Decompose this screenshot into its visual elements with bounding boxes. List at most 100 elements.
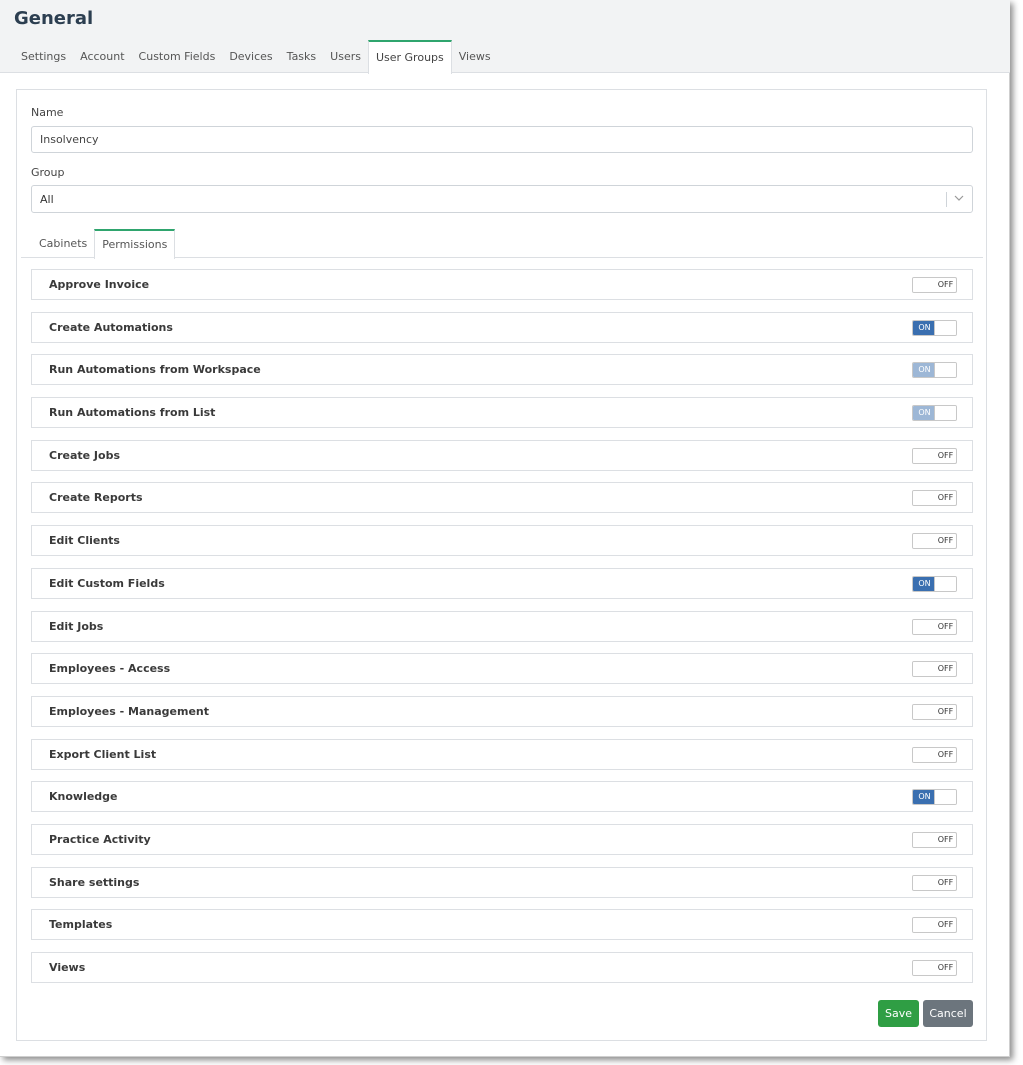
toggle-handle — [913, 448, 935, 463]
toggle-state-label: OFF — [934, 704, 956, 719]
permission-label: Employees - Management — [49, 704, 210, 718]
user-group-form: Name Group All CabinetsPermissions Appro… — [16, 89, 987, 1041]
toggle-state-label: OFF — [934, 961, 956, 975]
permission-toggle[interactable]: ON — [912, 789, 957, 806]
app-window: General Settings Account Custom Fields Devi… — [0, 0, 1010, 1057]
permission-row: Knowledge ON — [31, 781, 973, 813]
permission-row: Employees - Access OFF — [31, 653, 973, 685]
permission-row: Edit Custom Fields ON — [31, 567, 973, 599]
permission-toggle[interactable]: ON — [912, 405, 957, 422]
toggle-state-label: OFF — [934, 619, 956, 634]
chevron-down-icon[interactable] — [952, 191, 966, 205]
tab-cabinets[interactable]: Cabinets — [32, 229, 94, 258]
name-input[interactable] — [31, 126, 973, 153]
permission-row: Employees - Management OFF — [31, 695, 973, 727]
permission-label: Edit Custom Fields — [49, 576, 165, 590]
permission-label: Views — [49, 961, 86, 974]
tab-account[interactable]: Account — [73, 40, 131, 73]
toggle-state-label: OFF — [934, 448, 956, 463]
page-header: General Settings Account Custom Fields Devi… — [0, 0, 1010, 74]
permission-label: Templates — [49, 918, 113, 932]
permission-toggle[interactable]: OFF — [912, 703, 957, 720]
page-title: General — [14, 8, 94, 29]
toggle-state-label: OFF — [934, 491, 956, 506]
permission-row: Edit Clients OFF — [31, 525, 973, 557]
toggle-state-label: ON — [913, 790, 936, 805]
permission-label: Approve Invoice — [49, 278, 150, 291]
toggle-handle — [913, 491, 935, 506]
permission-row: Share settings OFF — [31, 866, 973, 898]
permissions-list: Approve Invoice OFF Create Automations ON Ru… — [31, 269, 973, 995]
permission-label: Knowledge — [49, 790, 118, 804]
group-select-value: All — [40, 193, 54, 206]
tab-permissions[interactable]: Permissions — [94, 229, 176, 259]
permission-row: Export Client List OFF — [31, 738, 973, 770]
permission-toggle[interactable]: OFF — [912, 917, 957, 934]
permission-row: Views OFF — [31, 952, 973, 983]
permission-toggle[interactable]: OFF — [912, 277, 957, 293]
permission-toggle[interactable]: OFF — [912, 960, 957, 976]
toggle-state-label: OFF — [934, 747, 956, 762]
permission-toggle[interactable]: ON — [912, 362, 957, 379]
top-tab-bar: Settings Account Custom Fields Devices Tasks… — [14, 40, 498, 74]
toggle-handle — [934, 576, 956, 591]
permission-toggle[interactable]: OFF — [912, 490, 957, 507]
tab-settings[interactable]: Settings — [14, 40, 73, 73]
toggle-handle — [913, 747, 935, 762]
toggle-handle — [913, 534, 935, 549]
toggle-state-label: OFF — [934, 534, 956, 549]
permission-row: Edit Jobs OFF — [31, 610, 973, 642]
toggle-handle — [913, 704, 935, 719]
permission-toggle[interactable]: ON — [912, 575, 957, 592]
permission-label: Share settings — [49, 875, 140, 889]
toggle-handle — [934, 320, 956, 335]
toggle-handle — [913, 918, 935, 933]
permission-label: Create Reports — [49, 491, 143, 505]
toggle-handle — [934, 363, 956, 378]
permission-toggle[interactable]: OFF — [912, 661, 957, 678]
permission-row: Approve Invoice OFF — [31, 269, 973, 300]
select-divider — [946, 192, 947, 207]
toggle-state-label: ON — [913, 576, 936, 591]
permission-toggle[interactable]: OFF — [912, 533, 957, 550]
toggle-state-label: OFF — [934, 278, 956, 292]
toggle-state-label: ON — [913, 320, 936, 335]
toggle-state-label: OFF — [934, 832, 956, 847]
permission-label: Employees - Access — [49, 662, 171, 676]
group-select[interactable]: All — [31, 185, 973, 213]
permission-row: Create Jobs OFF — [31, 439, 973, 471]
toggle-handle — [913, 278, 935, 292]
group-label: Group — [31, 166, 65, 179]
toggle-handle — [913, 619, 935, 634]
permission-label: Export Client List — [49, 747, 157, 761]
tab-views[interactable]: Views — [452, 40, 498, 73]
toggle-state-label: OFF — [934, 662, 956, 677]
tab-users[interactable]: Users — [323, 40, 368, 73]
permission-label: Edit Jobs — [49, 619, 104, 633]
toggle-state-label: ON — [913, 363, 936, 378]
tab-tasks[interactable]: Tasks — [280, 40, 323, 73]
cancel-button[interactable]: Cancel — [923, 1000, 973, 1027]
permission-row: Practice Activity OFF — [31, 823, 973, 855]
toggle-state-label: OFF — [934, 875, 956, 890]
tab-devices[interactable]: Devices — [222, 40, 279, 73]
permission-label: Run Automations from List — [49, 406, 216, 420]
tab-custom-fields[interactable]: Custom Fields — [132, 40, 223, 73]
name-label: Name — [31, 106, 64, 119]
permission-label: Create Automations — [49, 320, 173, 334]
permission-row: Create Reports OFF — [31, 482, 973, 514]
permission-toggle[interactable]: OFF — [912, 874, 957, 891]
permission-toggle[interactable]: OFF — [912, 746, 957, 763]
permission-toggle[interactable]: OFF — [912, 831, 957, 848]
permission-toggle[interactable]: OFF — [912, 618, 957, 635]
save-button[interactable]: Save — [878, 1000, 919, 1027]
permission-row: Run Automations from List ON — [31, 397, 973, 429]
permission-row: Templates OFF — [31, 909, 973, 941]
permission-toggle[interactable]: OFF — [912, 447, 957, 464]
permission-toggle[interactable]: ON — [912, 319, 957, 336]
tab-user-groups[interactable]: User Groups — [367, 40, 452, 74]
permission-label: Run Automations from Workspace — [49, 363, 261, 377]
permission-label: Practice Activity — [49, 832, 151, 846]
toggle-state-label: OFF — [934, 918, 956, 933]
toggle-handle — [934, 406, 956, 421]
